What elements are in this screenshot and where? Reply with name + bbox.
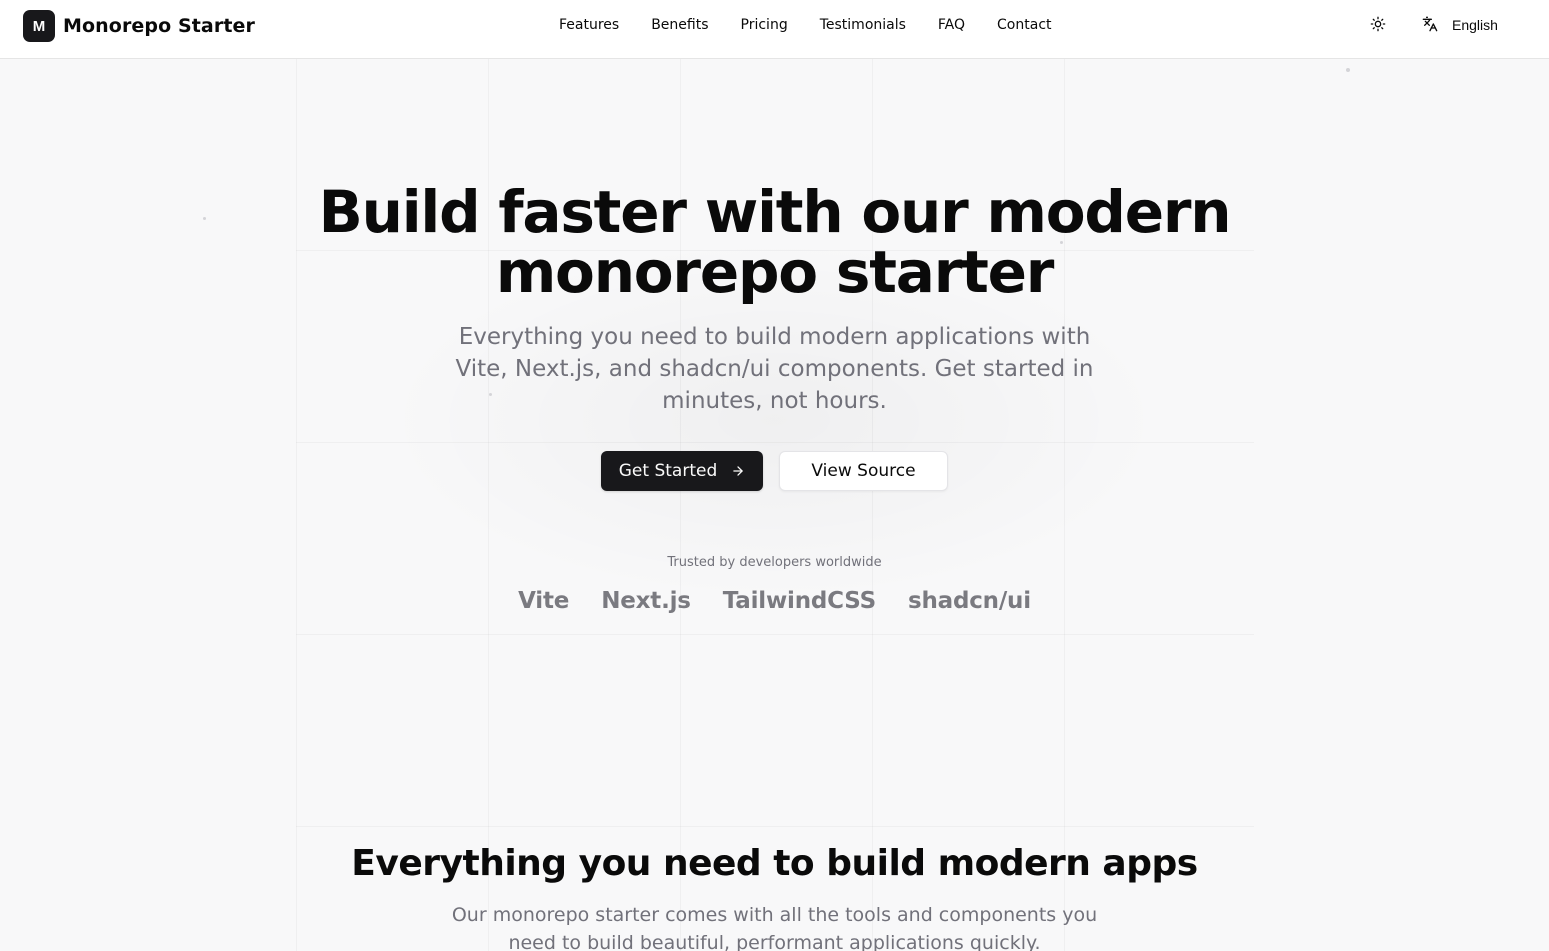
language-selector-button[interactable]: English (1416, 10, 1504, 40)
view-source-button[interactable]: View Source (779, 451, 948, 491)
trusted-by-label: Trusted by developers worldwide (667, 555, 882, 570)
hero-title-line-1: Build faster with our modern (318, 178, 1232, 246)
hero-title: Build faster with our modern monorepo st… (0, 182, 1549, 302)
logo-shadcn-ui: shadcn/ui (907, 588, 1031, 614)
brand-logo-link[interactable]: M Monorepo Starter (23, 10, 255, 42)
arrow-right-icon (731, 464, 745, 478)
logo-nextjs: Next.js (601, 588, 691, 614)
nav-link-features[interactable]: Features (559, 16, 619, 34)
get-started-button[interactable]: Get Started (601, 451, 763, 491)
view-source-label: View Source (811, 461, 916, 481)
nav-link-benefits[interactable]: Benefits (651, 16, 708, 34)
decorative-dot (1346, 68, 1350, 72)
tech-logos: Vite Next.js TailwindCSS shadcn/ui (0, 588, 1549, 614)
features-section-title: Everything you need to build modern apps (351, 843, 1198, 884)
site-header: M Monorepo Starter Features Benefits Pri… (0, 0, 1549, 59)
hero-subtitle: Everything you need to build modern appl… (455, 324, 1094, 414)
main-nav: Features Benefits Pricing Testimonials F… (559, 16, 1052, 34)
hero-title-line-2: monorepo starter (495, 238, 1055, 306)
features-section-subtitle: Our monorepo starter comes with all the … (451, 904, 1098, 951)
translate-icon (1422, 16, 1438, 35)
nav-link-testimonials[interactable]: Testimonials (820, 16, 906, 34)
hero-cta-group: Get Started View Source (0, 451, 1549, 491)
logo-tailwindcss: TailwindCSS (722, 588, 876, 614)
nav-link-contact[interactable]: Contact (997, 16, 1051, 34)
logo-mark: M (23, 10, 55, 42)
theme-toggle-button[interactable] (1363, 10, 1393, 40)
nav-link-pricing[interactable]: Pricing (741, 16, 788, 34)
get-started-label: Get Started (618, 461, 718, 481)
language-label: English (1452, 17, 1498, 33)
brand-name: Monorepo Starter (63, 15, 255, 37)
nav-link-faq[interactable]: FAQ (938, 16, 965, 34)
logo-vite: Vite (518, 588, 570, 614)
sun-icon (1370, 16, 1386, 35)
